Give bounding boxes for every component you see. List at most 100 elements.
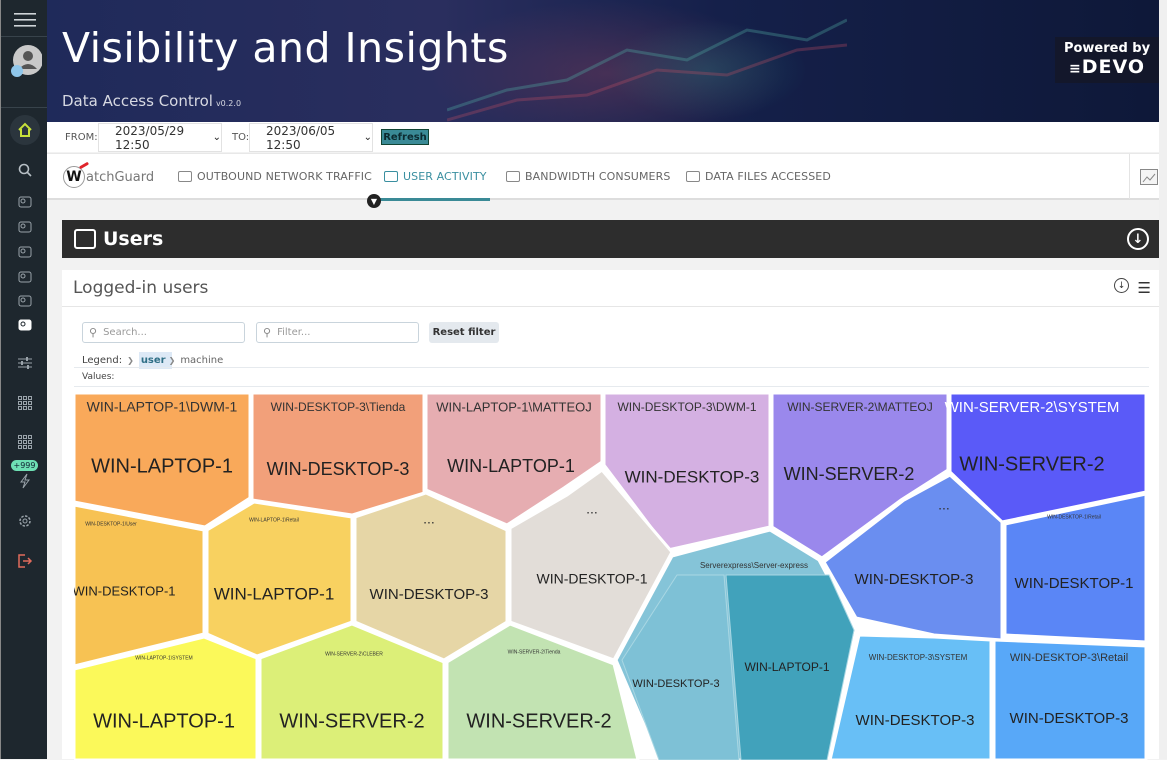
tab-data-files-accessed[interactable]: DATA FILES ACCESSED bbox=[686, 170, 831, 183]
machine-label: WIN-DESKTOP-3 bbox=[855, 571, 974, 588]
powered-by-label: Powered by bbox=[1063, 41, 1151, 56]
machine-label: WIN-LAPTOP-1 bbox=[447, 456, 575, 476]
chevron-down-icon: ⌄ bbox=[212, 132, 221, 143]
lightning-icon[interactable] bbox=[1, 472, 48, 490]
machine-label: WIN-LAPTOP-1 bbox=[214, 584, 335, 603]
user-label: WIN-LAPTOP-1\Retail bbox=[249, 517, 299, 523]
date-range-bar: FROM: 2023/05/29 12:50 ⌄ TO: 2023/06/05 1… bbox=[47, 122, 1167, 152]
grid-icon[interactable] bbox=[1, 434, 48, 450]
search-icon: ⚲ bbox=[263, 326, 272, 339]
menu-icon[interactable] bbox=[1, 6, 48, 34]
powered-by-badge: Powered by ≡ DEVO bbox=[1055, 37, 1159, 83]
reset-filter-button[interactable]: Reset filter bbox=[429, 322, 499, 343]
user-label: WIN-SERVER-2\SYSTEM bbox=[945, 399, 1120, 416]
app-name: Data Access Control bbox=[62, 92, 213, 110]
tab-label: USER ACTIVITY bbox=[403, 170, 487, 183]
tab-label: BANDWIDTH CONSUMERS bbox=[525, 170, 671, 183]
voronoi-treemap: WIN-LAPTOP-1\DWM-1 WIN-LAPTOP-1 WIN-DESKTO… bbox=[74, 391, 1148, 760]
search-icon: ⚲ bbox=[89, 326, 98, 339]
user-label: ... bbox=[586, 501, 598, 517]
chevron-down-icon[interactable]: ▼ bbox=[367, 194, 381, 208]
tab-bandwidth-consumers[interactable]: BANDWIDTH CONSUMERS bbox=[506, 170, 670, 183]
user-label: WIN-LAPTOP-1\SYSTEM bbox=[135, 655, 192, 661]
machine-label: WIN-DESKTOP-3 bbox=[267, 459, 410, 479]
from-date-value: 2023/05/29 12:50 bbox=[115, 123, 185, 152]
machine-label: WIN-DESKTOP-3 bbox=[625, 467, 760, 486]
machine-label: WIN-DESKTOP-3 bbox=[1010, 710, 1129, 727]
legend-item-machine[interactable]: machine bbox=[180, 355, 223, 366]
menu-icon[interactable]: ☰ bbox=[1138, 279, 1151, 297]
logout-icon[interactable] bbox=[1, 553, 48, 569]
user-label: WIN-DESKTOP-1\Retail bbox=[1047, 514, 1101, 520]
machine-label: WIN-SERVER-2 bbox=[784, 464, 915, 484]
alerts-count: +999 bbox=[10, 460, 39, 471]
tab-label: DATA FILES ACCESSED bbox=[705, 170, 831, 183]
watchguard-logo: WatchGuard bbox=[63, 166, 154, 188]
panel-title: Logged-in users bbox=[73, 278, 209, 298]
dashboard-icon[interactable] bbox=[1, 219, 48, 235]
filter-placeholder: Filter... bbox=[277, 327, 311, 338]
section-title: Users bbox=[103, 228, 164, 250]
active-tab-indicator bbox=[372, 198, 490, 201]
dashboard-icon[interactable] bbox=[1, 194, 48, 210]
dashboard-icon bbox=[686, 171, 700, 182]
to-date-select[interactable]: 2023/06/05 12:50 ⌄ bbox=[249, 123, 373, 152]
scrollbar[interactable] bbox=[1159, 0, 1167, 759]
app-version: v0.2.0 bbox=[215, 99, 242, 108]
user-label: WIN-LAPTOP-1\DWM-1 bbox=[87, 399, 238, 415]
user-label: Serverexpress\Server-express bbox=[700, 561, 808, 570]
settings-sliders-icon[interactable] bbox=[1, 355, 48, 371]
user-label: WIN-DESKTOP-3\Retail bbox=[1010, 652, 1128, 664]
gear-icon[interactable] bbox=[1, 512, 48, 530]
chevron-right-icon: ❯ bbox=[168, 356, 176, 365]
from-date-select[interactable]: 2023/05/29 12:50 ⌄ bbox=[98, 123, 222, 152]
filter-input[interactable]: ⚲ Filter... bbox=[256, 322, 419, 343]
user-label: ... bbox=[423, 511, 435, 527]
tab-label: OUTBOUND NETWORK TRAFFIC bbox=[197, 170, 372, 183]
search-icon[interactable] bbox=[1, 160, 48, 180]
dashboard-icon[interactable] bbox=[1, 269, 48, 285]
dashboard-icon[interactable] bbox=[1, 293, 48, 309]
machine-label: WIN-SERVER-2 bbox=[279, 710, 424, 732]
dashboard-icon-active[interactable] bbox=[1, 317, 48, 333]
user-label: WIN-DESKTOP-1\User bbox=[85, 521, 137, 527]
download-icon[interactable]: ↓ bbox=[1114, 278, 1129, 293]
values-label: Values: bbox=[82, 372, 115, 382]
header-banner: Visibility and Insights Data Access Cont… bbox=[47, 0, 1167, 122]
machine-label: WIN-LAPTOP-1 bbox=[93, 710, 235, 732]
machine-label: WIN-DESKTOP-3 bbox=[856, 712, 975, 729]
chevron-down-icon: ⌄ bbox=[363, 132, 372, 143]
devo-logo-icon: ≡ bbox=[1068, 61, 1081, 77]
section-header: Users ↓ bbox=[62, 220, 1159, 258]
machine-label: WIN-DESKTOP-1 bbox=[74, 583, 176, 598]
machine-label: WIN-SERVER-2 bbox=[959, 453, 1104, 475]
tab-outbound-network-traffic[interactable]: OUTBOUND NETWORK TRAFFIC bbox=[178, 170, 372, 183]
tab-user-activity[interactable]: USER ACTIVITY bbox=[384, 170, 487, 183]
search-placeholder: Search... bbox=[103, 327, 147, 338]
search-input[interactable]: ⚲ Search... bbox=[82, 322, 245, 343]
devo-logo: ≡ DEVO bbox=[1055, 56, 1159, 78]
machine-label: WIN-DESKTOP-3 bbox=[370, 586, 489, 603]
to-label: TO: bbox=[232, 132, 250, 143]
home-icon[interactable] bbox=[1, 115, 48, 145]
refresh-button[interactable]: Refresh bbox=[381, 129, 429, 145]
logged-in-users-panel: Logged-in users ↓ ☰ ⚲ Search... ⚲ Filter..… bbox=[62, 270, 1159, 760]
user-label: WIN-DESKTOP-3\Tienda bbox=[271, 400, 406, 414]
tab-bar: WatchGuard OUTBOUND NETWORK TRAFFIC USER… bbox=[47, 153, 1167, 208]
dashboard-icon[interactable] bbox=[1, 244, 48, 260]
sidebar: +999 bbox=[0, 0, 48, 759]
machine-label: WIN-DESKTOP-3 bbox=[632, 678, 719, 690]
user-label: WIN-SERVER-2\CLEBER bbox=[325, 651, 383, 657]
from-label: FROM: bbox=[65, 132, 98, 143]
avatar[interactable] bbox=[1, 44, 48, 80]
machine-label: WIN-DESKTOP-1 bbox=[537, 571, 648, 587]
watchguard-logo-text: atchGuard bbox=[86, 169, 155, 185]
devo-brand: DEVO bbox=[1081, 56, 1145, 78]
to-date-value: 2023/06/05 12:50 bbox=[266, 123, 336, 152]
user-label: WIN-SERVER-2\Tienda bbox=[508, 649, 561, 655]
grid-icon[interactable] bbox=[1, 395, 48, 411]
dashboard-icon bbox=[74, 229, 96, 249]
download-icon[interactable]: ↓ bbox=[1127, 228, 1149, 250]
machine-label: WIN-DESKTOP-1 bbox=[1015, 575, 1134, 592]
legend-label: Legend: bbox=[82, 355, 123, 366]
